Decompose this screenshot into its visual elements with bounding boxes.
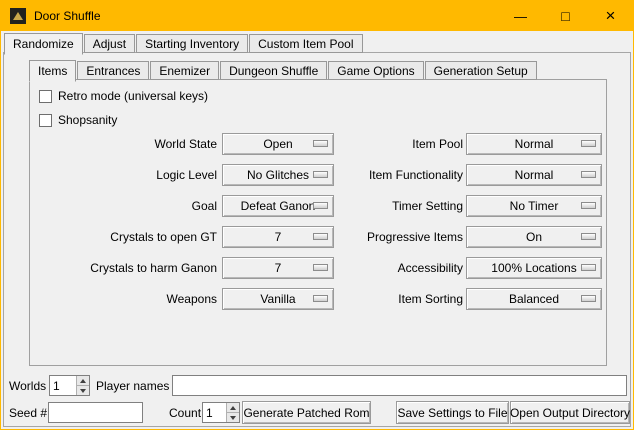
progressive-items-label: Progressive Items bbox=[346, 226, 463, 248]
item-functionality-label: Item Functionality bbox=[346, 164, 463, 186]
tab-custom-item-pool[interactable]: Custom Item Pool bbox=[249, 34, 362, 53]
item-pool-dropdown[interactable]: Normal bbox=[466, 133, 602, 155]
weapons-dropdown[interactable]: Vanilla bbox=[222, 288, 334, 310]
items-tab-panel: Retro mode (universal keys) Shopsanity W… bbox=[29, 79, 607, 366]
tab-randomize[interactable]: Randomize bbox=[4, 33, 83, 55]
logic-level-dropdown[interactable]: No Glitches bbox=[222, 164, 334, 186]
door-shuffle-window: Door Shuffle — □ × Randomize Adjust Star… bbox=[0, 0, 634, 430]
tab-starting-inventory[interactable]: Starting Inventory bbox=[136, 34, 248, 53]
count-down-arrow[interactable] bbox=[227, 412, 239, 422]
up-arrow-icon bbox=[80, 379, 86, 383]
dropdown-indicator-icon bbox=[581, 233, 596, 240]
crystals-ganon-dropdown[interactable]: 7 bbox=[222, 257, 334, 279]
crystals-ganon-label: Crystals to harm Ganon bbox=[30, 257, 217, 279]
open-output-directory-button[interactable]: Open Output Directory bbox=[510, 401, 630, 424]
down-arrow-icon bbox=[80, 389, 86, 393]
window-controls: — □ × bbox=[498, 1, 633, 31]
item-sorting-label: Item Sorting bbox=[346, 288, 463, 310]
tab-entrances[interactable]: Entrances bbox=[77, 61, 149, 80]
dropdown-indicator-icon bbox=[581, 295, 596, 302]
shopsanity-label: Shopsanity bbox=[58, 113, 117, 127]
seed-label: Seed # bbox=[9, 403, 47, 423]
timer-setting-dropdown[interactable]: No Timer bbox=[466, 195, 602, 217]
checkbox-icon[interactable] bbox=[39, 114, 52, 127]
weapons-label: Weapons bbox=[30, 288, 217, 310]
window-title: Door Shuffle bbox=[34, 9, 101, 23]
down-arrow-icon bbox=[230, 416, 236, 420]
retro-mode-label: Retro mode (universal keys) bbox=[58, 89, 208, 103]
tab-generation-setup[interactable]: Generation Setup bbox=[425, 61, 537, 80]
up-arrow-icon bbox=[230, 406, 236, 410]
dropdown-indicator-icon bbox=[313, 233, 328, 240]
retro-mode-checkbox[interactable]: Retro mode (universal keys) bbox=[39, 88, 208, 104]
tab-game-options[interactable]: Game Options bbox=[328, 61, 423, 80]
dropdown-indicator-icon bbox=[313, 171, 328, 178]
crystals-gt-label: Crystals to open GT bbox=[30, 226, 217, 248]
seed-input[interactable] bbox=[48, 402, 143, 423]
tab-adjust[interactable]: Adjust bbox=[84, 34, 135, 53]
item-sorting-dropdown[interactable]: Balanced bbox=[466, 288, 602, 310]
inner-tabbar: Items Entrances Enemizer Dungeon Shuffle… bbox=[29, 58, 538, 80]
worlds-spinner[interactable] bbox=[49, 375, 90, 396]
worlds-input[interactable] bbox=[50, 376, 76, 395]
dropdown-indicator-icon bbox=[581, 140, 596, 147]
count-input[interactable] bbox=[203, 403, 226, 422]
goal-label: Goal bbox=[30, 195, 217, 217]
world-state-label: World State bbox=[30, 133, 217, 155]
accessibility-dropdown[interactable]: 100% Locations bbox=[466, 257, 602, 279]
dropdown-indicator-icon bbox=[313, 140, 328, 147]
tab-dungeon-shuffle[interactable]: Dungeon Shuffle bbox=[220, 61, 327, 80]
count-spinner[interactable] bbox=[202, 402, 240, 423]
goal-dropdown[interactable]: Defeat Ganon bbox=[222, 195, 334, 217]
crystals-gt-dropdown[interactable]: 7 bbox=[222, 226, 334, 248]
dropdown-indicator-icon bbox=[313, 295, 328, 302]
tab-enemizer[interactable]: Enemizer bbox=[150, 61, 219, 80]
close-button[interactable]: × bbox=[588, 1, 633, 31]
dropdown-indicator-icon bbox=[581, 171, 596, 178]
titlebar[interactable]: Door Shuffle — □ × bbox=[1, 1, 633, 31]
worlds-up-arrow[interactable] bbox=[77, 376, 89, 385]
progressive-items-dropdown[interactable]: On bbox=[466, 226, 602, 248]
shopsanity-checkbox[interactable]: Shopsanity bbox=[39, 112, 117, 128]
world-state-dropdown[interactable]: Open bbox=[222, 133, 334, 155]
app-icon bbox=[10, 8, 26, 24]
timer-setting-label: Timer Setting bbox=[346, 195, 463, 217]
generate-patched-rom-button[interactable]: Generate Patched Rom bbox=[242, 401, 371, 424]
save-settings-button[interactable]: Save Settings to File bbox=[396, 401, 509, 424]
worlds-down-arrow[interactable] bbox=[77, 385, 89, 395]
tab-items[interactable]: Items bbox=[29, 60, 76, 82]
item-pool-label: Item Pool bbox=[346, 133, 463, 155]
outer-tabbar: Randomize Adjust Starting Inventory Cust… bbox=[4, 32, 364, 53]
player-names-label: Player names bbox=[96, 376, 169, 396]
randomize-tab-panel: Items Entrances Enemizer Dungeon Shuffle… bbox=[3, 52, 631, 427]
worlds-label: Worlds bbox=[9, 376, 46, 396]
dropdown-indicator-icon bbox=[581, 202, 596, 209]
dropdown-indicator-icon bbox=[313, 264, 328, 271]
player-names-input[interactable] bbox=[172, 375, 627, 396]
maximize-button[interactable]: □ bbox=[543, 1, 588, 31]
accessibility-label: Accessibility bbox=[346, 257, 463, 279]
minimize-button[interactable]: — bbox=[498, 1, 543, 31]
dropdown-indicator-icon bbox=[581, 264, 596, 271]
dropdown-indicator-icon bbox=[313, 202, 328, 209]
item-functionality-dropdown[interactable]: Normal bbox=[466, 164, 602, 186]
logic-level-label: Logic Level bbox=[30, 164, 217, 186]
count-label: Count bbox=[169, 403, 201, 423]
count-up-arrow[interactable] bbox=[227, 403, 239, 412]
checkbox-icon[interactable] bbox=[39, 90, 52, 103]
